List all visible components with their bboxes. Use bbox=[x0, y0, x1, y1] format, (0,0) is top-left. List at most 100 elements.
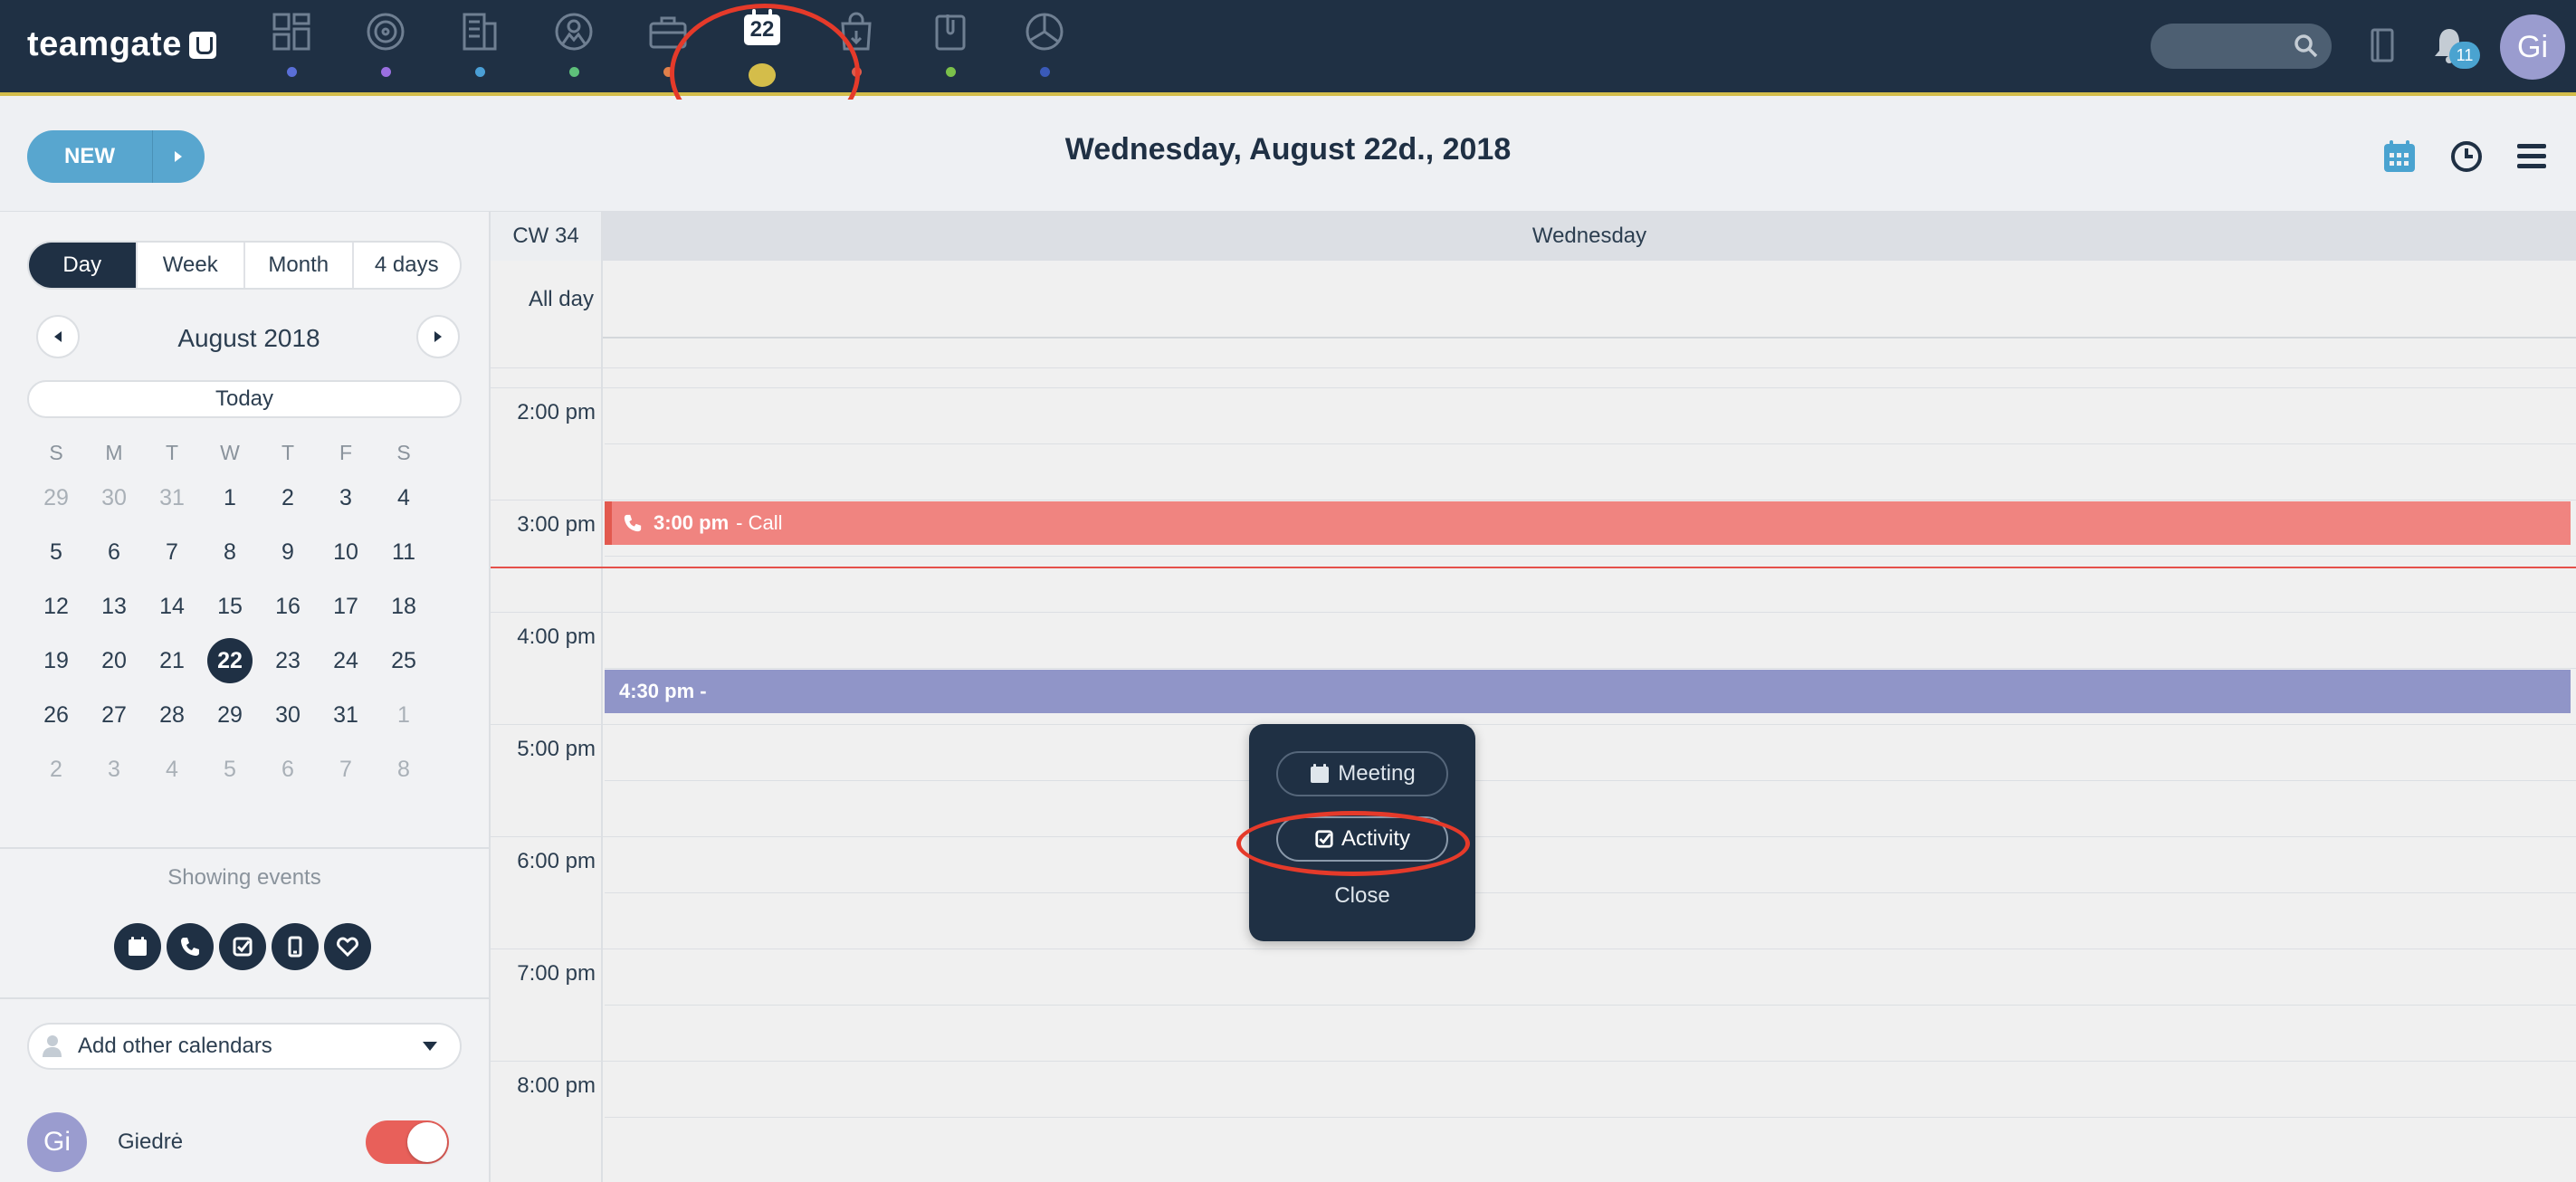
calendar-day[interactable]: 31 bbox=[317, 691, 375, 739]
close-button[interactable]: Close bbox=[1249, 883, 1475, 909]
avatar: Gi bbox=[27, 1112, 87, 1172]
calendar-day[interactable]: 9 bbox=[259, 528, 317, 577]
tab-month[interactable]: Month bbox=[245, 243, 354, 288]
calendar-day[interactable]: 18 bbox=[375, 582, 433, 631]
all-day-slot[interactable] bbox=[603, 261, 2576, 338]
calendar-day[interactable]: 25 bbox=[375, 636, 433, 685]
nav-reports[interactable] bbox=[1016, 9, 1073, 87]
calendar-day[interactable]: 29 bbox=[27, 473, 85, 522]
nav-orders[interactable] bbox=[827, 9, 885, 87]
nav-calendar[interactable]: 22 bbox=[733, 8, 791, 87]
calendar-day[interactable]: 5 bbox=[201, 745, 259, 794]
clock-icon[interactable] bbox=[2449, 139, 2484, 174]
nav-contacts[interactable] bbox=[545, 9, 603, 87]
filter-favorites[interactable] bbox=[324, 923, 371, 970]
calendar-day[interactable]: 3 bbox=[85, 745, 143, 794]
nav-dot bbox=[380, 67, 391, 77]
selected-day[interactable]: 22 bbox=[201, 636, 259, 685]
weekday-header: M bbox=[105, 440, 123, 464]
tab-day[interactable]: Day bbox=[29, 243, 138, 288]
nav-companies[interactable] bbox=[451, 9, 509, 87]
calendar-day[interactable]: 13 bbox=[85, 582, 143, 631]
page-title: Wednesday, August 22d., 2018 bbox=[1064, 132, 1512, 167]
teamgate-logo[interactable]: teamgate bbox=[27, 25, 216, 64]
menu-icon[interactable] bbox=[2514, 139, 2549, 174]
calendar-day[interactable]: 6 bbox=[259, 745, 317, 794]
calendar-day[interactable]: 8 bbox=[375, 745, 433, 794]
calendar-day[interactable]: 30 bbox=[85, 473, 143, 522]
nav-goals[interactable] bbox=[357, 9, 415, 87]
phonebook-icon[interactable] bbox=[2370, 27, 2397, 63]
day-number: 25 bbox=[391, 647, 416, 673]
calendar-day[interactable]: 3 bbox=[317, 473, 375, 522]
calendar-day[interactable]: 7 bbox=[317, 745, 375, 794]
files-icon bbox=[935, 14, 966, 51]
nav-files[interactable] bbox=[921, 9, 979, 87]
day-number: 3 bbox=[108, 756, 120, 782]
day-number: 31 bbox=[159, 484, 185, 510]
calendar-day[interactable]: 27 bbox=[85, 691, 143, 739]
calendar-day[interactable]: 31 bbox=[143, 473, 201, 522]
current-time-line bbox=[491, 567, 2576, 568]
filter-meetings[interactable] bbox=[114, 923, 161, 970]
filter-calls[interactable] bbox=[167, 923, 214, 970]
calendar-view-icon[interactable] bbox=[2382, 139, 2417, 174]
hour-label: 2:00 pm bbox=[517, 400, 596, 424]
day-number: 21 bbox=[159, 647, 185, 673]
calendar-day[interactable]: 5 bbox=[27, 528, 85, 577]
calendar-day[interactable]: 16 bbox=[259, 582, 317, 631]
day-number: 18 bbox=[391, 593, 416, 619]
calendar-day[interactable]: 23 bbox=[259, 636, 317, 685]
today-button[interactable]: Today bbox=[27, 380, 462, 418]
day-number: 9 bbox=[281, 539, 294, 565]
calendar-day[interactable]: 2 bbox=[259, 473, 317, 522]
tab-4-days[interactable]: 4 days bbox=[354, 243, 461, 288]
calendar-day[interactable]: 24 bbox=[317, 636, 375, 685]
calendar-day[interactable]: 4 bbox=[375, 473, 433, 522]
calendar-day[interactable]: 1 bbox=[201, 473, 259, 522]
weekday-header: S bbox=[396, 440, 411, 464]
calendar-day[interactable]: 8 bbox=[201, 528, 259, 577]
weekday-header: F bbox=[339, 440, 353, 464]
calendar-day[interactable]: 15 bbox=[201, 582, 259, 631]
calendar-visibility-toggle[interactable] bbox=[366, 1120, 449, 1164]
calendar-day[interactable]: 14 bbox=[143, 582, 201, 631]
calendar-day[interactable]: 2 bbox=[27, 745, 85, 794]
event-time: 3:00 pm bbox=[654, 511, 730, 534]
calendar-day[interactable]: 12 bbox=[27, 582, 85, 631]
next-month-button[interactable] bbox=[416, 315, 460, 358]
day-number: 6 bbox=[108, 539, 120, 565]
tab-week[interactable]: Week bbox=[138, 243, 245, 288]
calendar-day[interactable]: 20 bbox=[85, 636, 143, 685]
meeting-button[interactable]: Meeting bbox=[1276, 751, 1448, 796]
filter-activities[interactable] bbox=[219, 923, 266, 970]
half-hour-line bbox=[605, 1005, 2576, 1006]
calendar-day[interactable]: 28 bbox=[143, 691, 201, 739]
calendar-day[interactable]: 4 bbox=[143, 745, 201, 794]
checkbox-icon bbox=[233, 937, 253, 957]
activity-button[interactable]: Activity bbox=[1276, 816, 1448, 862]
calendar-day[interactable]: 17 bbox=[317, 582, 375, 631]
calendar-day[interactable]: 6 bbox=[85, 528, 143, 577]
nav-deals[interactable] bbox=[639, 9, 697, 87]
calendar-day[interactable]: 30 bbox=[259, 691, 317, 739]
calendar-day[interactable]: 1 bbox=[375, 691, 433, 739]
calendar-event-task[interactable]: 4:30 pm - bbox=[605, 670, 2571, 713]
calendar-day[interactable]: 7 bbox=[143, 528, 201, 577]
search-input[interactable] bbox=[2151, 24, 2332, 69]
calendar-day[interactable]: 10 bbox=[317, 528, 375, 577]
month-label: August 2018 bbox=[177, 324, 320, 352]
filter-mobile[interactable] bbox=[272, 923, 319, 970]
calendar-day[interactable]: 19 bbox=[27, 636, 85, 685]
user-avatar[interactable]: Gi bbox=[2500, 14, 2565, 80]
prev-month-button[interactable] bbox=[36, 315, 80, 358]
nav-dashboard[interactable] bbox=[262, 9, 320, 87]
calendar-day[interactable]: 26 bbox=[27, 691, 85, 739]
day-number: 2 bbox=[50, 756, 62, 782]
add-other-calendars-select[interactable]: Add other calendars bbox=[27, 1023, 462, 1070]
calendar-day[interactable]: 11 bbox=[375, 528, 433, 577]
calendar-event-call[interactable]: 3:00 pm - Call bbox=[605, 501, 2571, 545]
checkbox-icon bbox=[1315, 830, 1333, 848]
calendar-day[interactable]: 29 bbox=[201, 691, 259, 739]
calendar-day[interactable]: 21 bbox=[143, 636, 201, 685]
